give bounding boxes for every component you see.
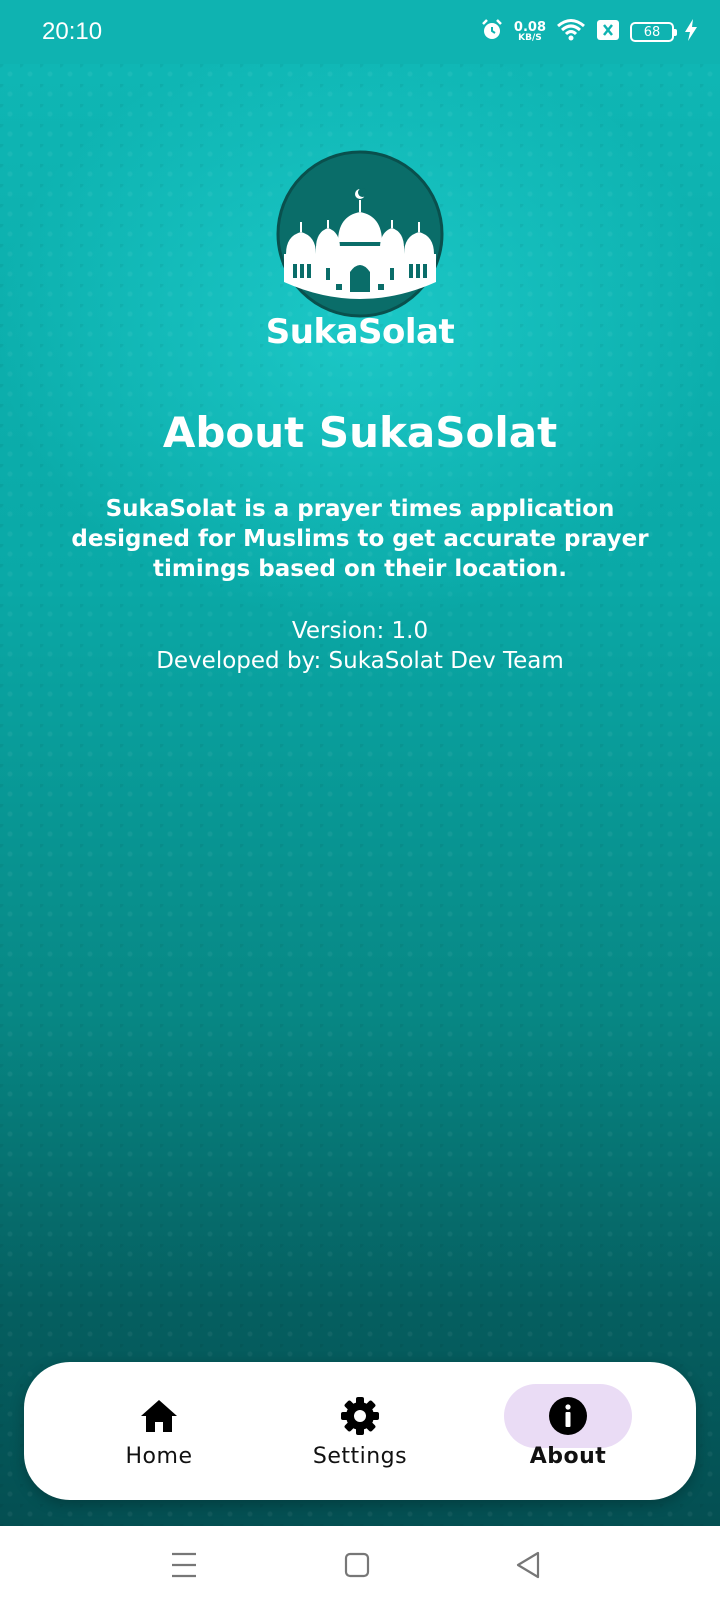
- version-text: Version: 1.0: [291, 618, 429, 644]
- net-speed-unit: KB/S: [518, 33, 542, 43]
- net-speed: 0.08 KB/S: [514, 21, 546, 43]
- charging-icon: [684, 18, 698, 46]
- bottom-navigation: Home Settings About: [24, 1362, 696, 1500]
- back-triangle-icon[interactable]: [514, 1550, 542, 1585]
- logo-text: SukaSolat: [265, 312, 455, 352]
- page-title: About SukaSolat: [162, 408, 558, 457]
- developer-text: Developed by: SukaSolat Dev Team: [156, 648, 564, 674]
- gear-icon: [340, 1396, 380, 1436]
- status-time: 20:10: [42, 18, 103, 45]
- status-icons: 0.08 KB/S 68: [480, 16, 698, 48]
- system-navigation-bar: [0, 1526, 720, 1612]
- nav-item-about[interactable]: About: [483, 1362, 653, 1500]
- home-square-icon[interactable]: [344, 1550, 370, 1585]
- battery-level: 68: [643, 24, 661, 40]
- nav-label-about: About: [529, 1444, 607, 1469]
- status-bar: 20:10 0.08 KB/S 68: [0, 0, 720, 64]
- alarm-icon: [480, 18, 504, 47]
- about-screen: SukaSolat About SukaSolat SukaSolat is a…: [0, 64, 720, 1526]
- menu-icon[interactable]: [170, 1550, 198, 1585]
- sim-blocked-icon: [596, 19, 620, 46]
- mosque-icon: [276, 150, 444, 318]
- battery-icon: 68: [630, 22, 677, 42]
- nav-item-home[interactable]: Home: [74, 1362, 244, 1500]
- app-logo: [276, 150, 444, 318]
- about-description: SukaSolat is a prayer times application …: [71, 496, 649, 582]
- info-icon: [548, 1396, 588, 1436]
- home-icon: [139, 1396, 179, 1436]
- nav-label-home: Home: [125, 1444, 193, 1469]
- nav-label-settings: Settings: [312, 1444, 408, 1469]
- nav-item-settings[interactable]: Settings: [275, 1362, 445, 1500]
- wifi-icon: [556, 18, 586, 47]
